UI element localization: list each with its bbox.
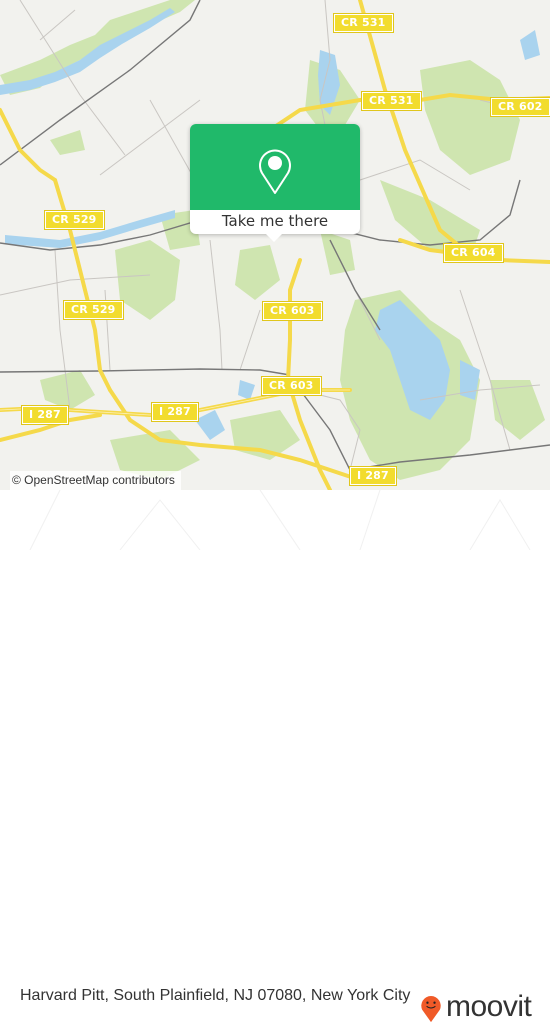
road-label-cr604: CR 604 xyxy=(443,243,504,263)
moovit-brand[interactable]: moovit xyxy=(446,990,532,1024)
road-label-i287: I 287 xyxy=(21,405,69,425)
road-label-i287: I 287 xyxy=(151,402,199,422)
popup-header xyxy=(190,124,360,210)
road-label-cr529: CR 529 xyxy=(44,210,105,230)
footer: Harvard Pitt, South Plainfield, NJ 07080… xyxy=(0,490,550,1023)
popup-pointer xyxy=(265,233,283,242)
road-label-cr602: CR 602 xyxy=(490,97,550,117)
map-pin-icon xyxy=(259,149,291,194)
map-view[interactable]: CR 531 CR 531 CR 602 CR 529 CR 529 CR 60… xyxy=(0,0,550,490)
road-label-cr529: CR 529 xyxy=(63,300,124,320)
address-text: Harvard Pitt, South Plainfield, NJ 07080… xyxy=(20,987,411,1004)
take-me-there-button[interactable]: Take me there xyxy=(190,210,360,234)
road-label-cr603: CR 603 xyxy=(261,376,322,396)
location-popup[interactable]: Take me there xyxy=(190,124,360,242)
road-label-cr531: CR 531 xyxy=(333,13,394,33)
road-label-i287: I 287 xyxy=(349,466,397,486)
map-attribution[interactable]: © OpenStreetMap contributors xyxy=(10,471,181,490)
moovit-logo-icon xyxy=(421,996,441,1023)
road-label-cr531: CR 531 xyxy=(361,91,422,111)
road-label-cr603: CR 603 xyxy=(262,301,323,321)
footer-background-pattern xyxy=(29,490,531,550)
